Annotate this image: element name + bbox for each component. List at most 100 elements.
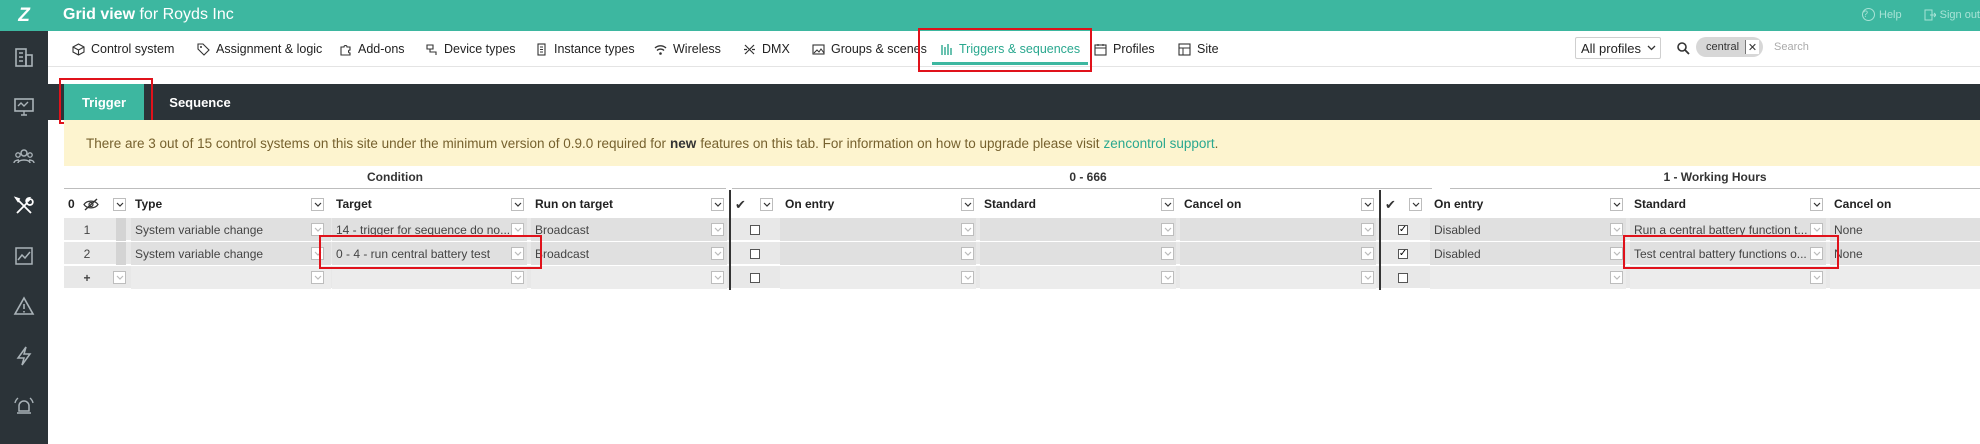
tab-device-types[interactable]: Device types bbox=[425, 31, 516, 67]
profile-b-enabled-cell[interactable] bbox=[1380, 266, 1426, 289]
type-cell[interactable]: System variable change bbox=[131, 218, 331, 241]
profile-a-cancel-cell[interactable] bbox=[1180, 242, 1376, 265]
sidebar-item-emergency[interactable] bbox=[0, 386, 48, 426]
cell-dropdown[interactable] bbox=[511, 247, 524, 260]
hide-icon[interactable] bbox=[83, 198, 99, 211]
cell-dropdown[interactable] bbox=[1610, 271, 1623, 284]
sidebar-item-buildings[interactable] bbox=[0, 37, 48, 77]
profile-b-on-entry-cell[interactable]: Disabled bbox=[1430, 218, 1626, 241]
on-entry-column-dropdown[interactable] bbox=[961, 198, 974, 211]
profile-b-enabled-checkbox[interactable] bbox=[1398, 224, 1408, 235]
sidebar-item-reports[interactable] bbox=[0, 236, 48, 276]
profile-b-on-entry-cell[interactable]: Disabled bbox=[1430, 242, 1626, 265]
help-link[interactable]: ? Help bbox=[1862, 8, 1902, 21]
enable-column-dropdown[interactable] bbox=[760, 198, 773, 211]
cell-dropdown[interactable] bbox=[961, 223, 974, 236]
profile-b-standard-cell[interactable] bbox=[1630, 266, 1826, 289]
cancel-on-column-dropdown[interactable] bbox=[1361, 198, 1374, 211]
cell-dropdown[interactable] bbox=[311, 247, 324, 260]
cell-dropdown[interactable] bbox=[1810, 247, 1823, 260]
profile-b-on-entry-cell[interactable] bbox=[1430, 266, 1626, 289]
profile-a-enabled-cell[interactable] bbox=[732, 266, 778, 289]
profile-select[interactable]: All profiles bbox=[1575, 37, 1661, 59]
target-cell[interactable] bbox=[332, 266, 527, 289]
profile-b-cancel-cell[interactable] bbox=[1830, 266, 1980, 289]
profile-a-enabled-cell[interactable] bbox=[732, 242, 778, 265]
subtab-sequence[interactable]: Sequence bbox=[154, 84, 246, 120]
remove-filter-button[interactable]: ✕ bbox=[1745, 40, 1760, 54]
support-link[interactable]: zencontrol support bbox=[1104, 136, 1215, 151]
profile-a-cancel-cell[interactable] bbox=[1180, 266, 1376, 289]
profile-b-standard-cell[interactable]: Test central battery functions o... bbox=[1630, 242, 1826, 265]
sidebar-item-energy[interactable] bbox=[0, 336, 48, 376]
cell-dropdown[interactable] bbox=[1161, 223, 1174, 236]
cell-dropdown[interactable] bbox=[711, 247, 724, 260]
profile-a-cancel-cell[interactable] bbox=[1180, 218, 1376, 241]
run-on-target-cell[interactable] bbox=[531, 266, 727, 289]
cell-dropdown[interactable] bbox=[1610, 223, 1623, 236]
logo[interactable]: Z bbox=[0, 0, 48, 31]
profile-a-standard-cell[interactable] bbox=[980, 218, 1176, 241]
run-on-target-cell[interactable]: Broadcast bbox=[531, 242, 727, 265]
type-cell[interactable] bbox=[131, 266, 331, 289]
cell-dropdown[interactable] bbox=[961, 247, 974, 260]
cell-dropdown[interactable] bbox=[1810, 223, 1823, 236]
cell-dropdown[interactable] bbox=[1610, 247, 1623, 260]
select-dropdown[interactable] bbox=[113, 198, 126, 211]
sidebar-item-tools[interactable] bbox=[0, 186, 48, 226]
profile-a-enabled-checkbox[interactable] bbox=[750, 272, 760, 283]
tab-control-system[interactable]: Control system bbox=[72, 31, 174, 67]
tab-add-ons[interactable]: Add-ons bbox=[339, 31, 405, 67]
sign-out-link[interactable]: Sign out bbox=[1924, 8, 1980, 21]
type-cell[interactable]: System variable change bbox=[131, 242, 331, 265]
cell-dropdown[interactable] bbox=[511, 223, 524, 236]
row-handle[interactable] bbox=[116, 218, 126, 241]
cell-dropdown[interactable] bbox=[511, 271, 524, 284]
profile-a-on-entry-cell[interactable] bbox=[780, 218, 976, 241]
enable-column-dropdown[interactable] bbox=[1409, 198, 1422, 211]
profile-a-enabled-cell[interactable] bbox=[732, 218, 778, 241]
cell-dropdown[interactable] bbox=[1361, 271, 1374, 284]
tab-instance-types[interactable]: Instance types bbox=[535, 31, 635, 67]
tab-groups-scenes[interactable]: Groups & scenes bbox=[812, 31, 927, 67]
standard-column-dropdown[interactable] bbox=[1810, 198, 1823, 211]
profile-a-on-entry-cell[interactable] bbox=[780, 266, 976, 289]
cell-dropdown[interactable] bbox=[1361, 223, 1374, 236]
tab-assignment-logic[interactable]: Assignment & logic bbox=[197, 31, 322, 67]
tab-profiles[interactable]: Profiles bbox=[1094, 31, 1155, 67]
profile-b-enabled-checkbox[interactable] bbox=[1398, 248, 1408, 259]
cell-dropdown[interactable] bbox=[311, 271, 324, 284]
cell-dropdown[interactable] bbox=[711, 271, 724, 284]
profile-a-standard-cell[interactable] bbox=[980, 242, 1176, 265]
sidebar-item-alerts[interactable] bbox=[0, 286, 48, 326]
table-row[interactable]: 2 System variable change 0 - 4 - run cen… bbox=[64, 242, 1980, 265]
profile-b-enabled-cell[interactable] bbox=[1380, 242, 1426, 265]
profile-b-standard-cell[interactable]: Run a central battery function t... bbox=[1630, 218, 1826, 241]
add-row-marker[interactable]: + bbox=[64, 266, 110, 289]
target-cell[interactable]: 14 - trigger for sequence do no... bbox=[332, 218, 527, 241]
target-column-dropdown[interactable] bbox=[511, 198, 524, 211]
table-row[interactable]: 1 System variable change 14 - trigger fo… bbox=[64, 218, 1980, 241]
cell-dropdown[interactable] bbox=[1161, 271, 1174, 284]
profile-b-enabled-checkbox[interactable] bbox=[1398, 272, 1408, 283]
cell-dropdown[interactable] bbox=[113, 271, 126, 284]
new-row[interactable]: + bbox=[64, 266, 1980, 289]
row-handle[interactable] bbox=[116, 242, 126, 265]
profile-b-cancel-cell[interactable]: None bbox=[1830, 242, 1980, 265]
tab-site[interactable]: Site bbox=[1178, 31, 1219, 67]
cell-dropdown[interactable] bbox=[711, 223, 724, 236]
cell-dropdown[interactable] bbox=[1161, 247, 1174, 260]
standard-column-dropdown[interactable] bbox=[1161, 198, 1174, 211]
target-cell[interactable]: 0 - 4 - run central battery test bbox=[332, 242, 527, 265]
subtab-trigger[interactable]: Trigger bbox=[64, 84, 144, 120]
search-input[interactable] bbox=[1774, 37, 1980, 57]
profile-a-on-entry-cell[interactable] bbox=[780, 242, 976, 265]
cell-dropdown[interactable] bbox=[1810, 271, 1823, 284]
tab-wireless[interactable]: Wireless bbox=[654, 31, 721, 67]
profile-a-enabled-checkbox[interactable] bbox=[750, 224, 760, 235]
on-entry-column-dropdown[interactable] bbox=[1610, 198, 1623, 211]
sidebar-item-monitor[interactable] bbox=[0, 87, 48, 127]
tab-dmx[interactable]: DMX bbox=[743, 31, 790, 67]
profile-b-cancel-cell[interactable]: None bbox=[1830, 218, 1980, 241]
run-on-target-column-dropdown[interactable] bbox=[711, 198, 724, 211]
